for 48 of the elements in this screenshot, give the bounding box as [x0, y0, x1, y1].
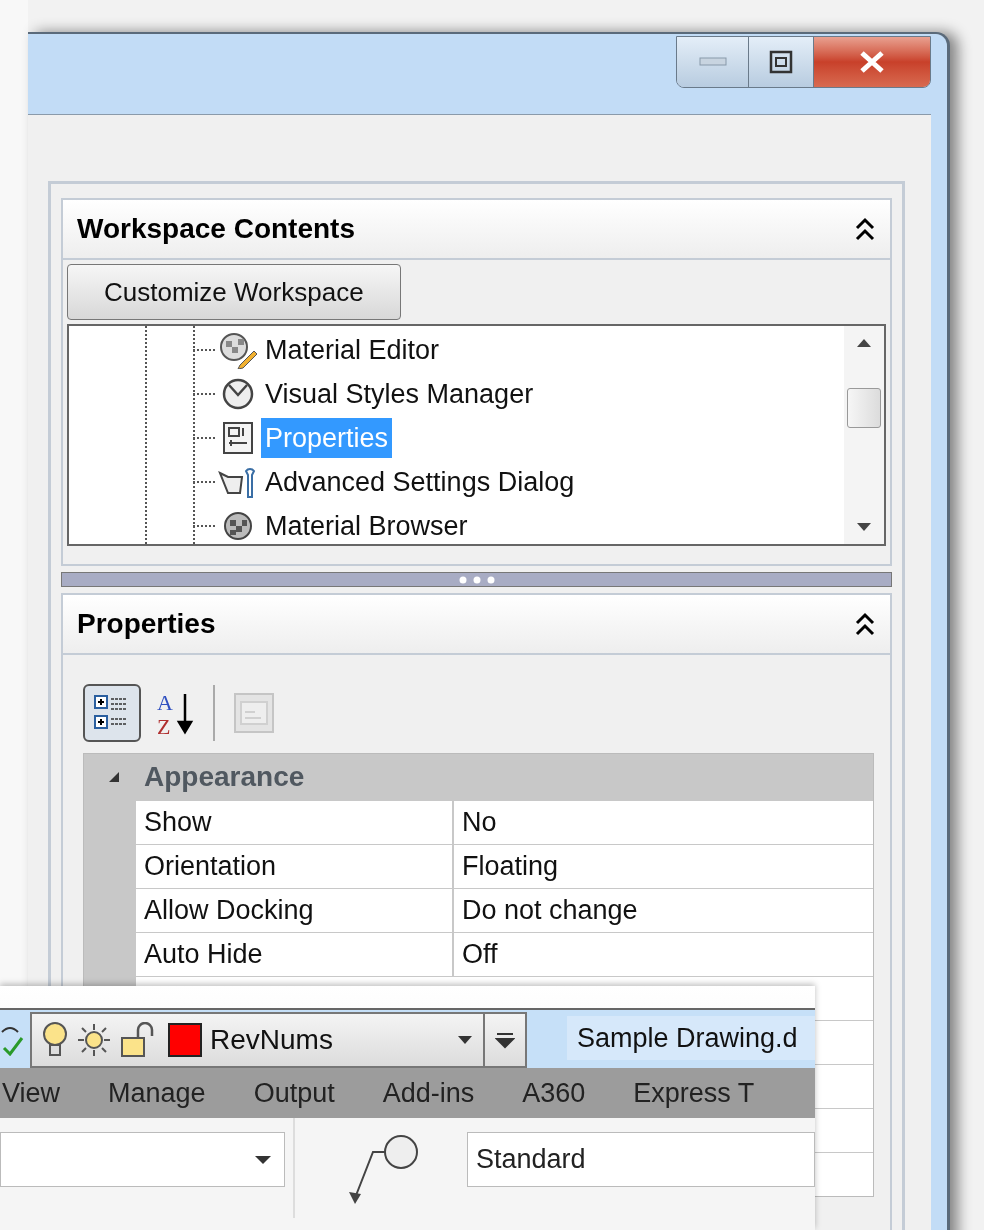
- tree-item[interactable]: Advanced Settings Dialog: [261, 461, 579, 503]
- ribbon-tab[interactable]: Output: [251, 1068, 381, 1118]
- checkered-sphere-pencil-icon: [218, 331, 258, 369]
- customize-workspace-button[interactable]: Customize Workspace: [67, 264, 401, 320]
- ribbon-tab[interactable]: Express T: [631, 1068, 801, 1118]
- checkered-sphere-icon: [222, 510, 254, 542]
- ribbon-tab[interactable]: Add-ins: [380, 1068, 521, 1118]
- ribbon-tab[interactable]: A360: [520, 1068, 632, 1118]
- tree-item[interactable]: Visual Styles Manager: [261, 373, 538, 415]
- properties-icon: [222, 421, 254, 455]
- property-value[interactable]: No: [454, 801, 873, 844]
- close-button[interactable]: [814, 37, 930, 87]
- tree-item[interactable]: Material Editor: [261, 329, 444, 371]
- property-value[interactable]: Off: [454, 933, 873, 976]
- minimize-icon: [698, 57, 727, 67]
- style-field[interactable]: Standard: [467, 1132, 815, 1187]
- maximize-button[interactable]: [749, 37, 814, 87]
- property-value[interactable]: Floating: [454, 845, 873, 888]
- close-icon: [859, 50, 885, 74]
- file-tab[interactable]: Sample Drawing.d: [567, 1016, 815, 1060]
- toolbar-button[interactable]: [83, 684, 141, 742]
- collapse-icon[interactable]: [854, 610, 876, 638]
- dropdown-caret-icon: [254, 1154, 272, 1165]
- lightbulb-icon: [42, 1021, 68, 1059]
- menu-caret-icon: [495, 1031, 515, 1049]
- sun-icon: [76, 1022, 112, 1058]
- grip-dots-icon: [458, 575, 495, 584]
- expand-triangle-icon[interactable]: [107, 770, 121, 784]
- scrollbar[interactable]: [844, 326, 884, 544]
- dropdown-field[interactable]: [0, 1132, 285, 1187]
- collapse-icon[interactable]: [854, 215, 876, 243]
- scroll-down-icon[interactable]: [856, 522, 872, 532]
- ribbon-tab[interactable]: View: [0, 1068, 107, 1118]
- restore-icon: [769, 50, 793, 74]
- layer-dropdown[interactable]: RevNums: [30, 1012, 485, 1068]
- scroll-up-icon[interactable]: [856, 338, 872, 348]
- property-value[interactable]: Do not change: [454, 889, 873, 932]
- scroll-thumb[interactable]: [847, 388, 881, 428]
- property-pages-icon: [233, 692, 275, 734]
- tree-item[interactable]: Material Browser: [261, 505, 472, 547]
- toolbar-button[interactable]: A Z: [145, 684, 203, 742]
- section-title: Properties: [77, 607, 216, 641]
- dropdown-caret-icon: [457, 1035, 473, 1045]
- ribbon-tab[interactable]: Manage: [106, 1068, 252, 1118]
- layer-name: RevNums: [210, 1023, 334, 1057]
- category-label: Appearance: [144, 760, 305, 794]
- section-title: Workspace Contents: [77, 212, 355, 246]
- overflow-menu-button[interactable]: [485, 1012, 527, 1068]
